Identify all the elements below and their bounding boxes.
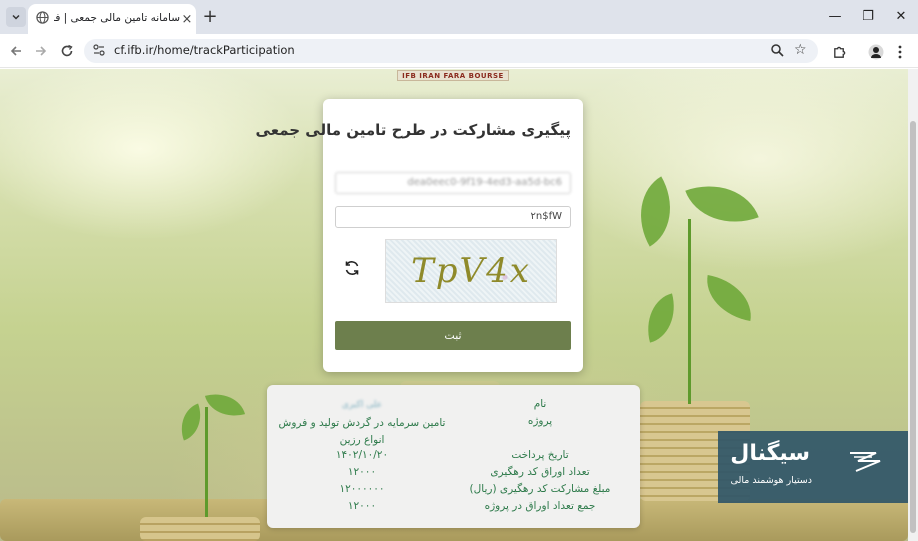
signal-logo-icon [850,452,881,472]
tracking-form-card: پیگیری مشارکت در طرح تامین مالی جمعی dea… [256,99,583,372]
minimize-button[interactable]: — [820,5,850,27]
form-title: پیگیری مشارکت در طرح تامین مالی جمعی [255,121,571,139]
close-window-button[interactable]: ✕ [886,5,916,27]
globe-icon [36,11,49,24]
avatar-icon [868,44,884,60]
label-papers-count: تعداد اوراق کد رهگیری [490,466,590,478]
captcha-image-text: TpV4x [411,251,531,291]
page-scrollbar[interactable] [908,69,918,541]
tab-close-button[interactable]: × [180,12,194,27]
address-bar[interactable]: cf.ifb.ir/home/trackParticipation ☆ [84,39,818,63]
submit-button[interactable]: ثبت [335,321,571,350]
promo-title: سیگنال [730,441,810,466]
back-button[interactable] [5,40,27,62]
captcha-refresh-button[interactable] [341,257,363,279]
url-text: cf.ifb.ir/home/trackParticipation [114,43,295,57]
scrollbar-thumb[interactable] [910,121,916,533]
new-tab-button[interactable]: + [200,6,220,27]
value-payment-date: ۱۴۰۲/۱۰/۲۰ [335,449,389,461]
browser-tab-bar: سامانه تامین مالی جمعی | فرابورس × + — ❐… [0,0,918,34]
tab-search-button[interactable] [6,7,26,27]
label-amount: مبلغ مشارکت کد رهگیری (ریال) [469,483,611,495]
participation-result-panel: نام پروژه تاریخ پرداخت تعداد اوراق کد ره… [267,385,640,528]
arrow-left-icon [10,46,21,56]
label-payment-date: تاریخ پرداخت [511,449,569,461]
reload-button[interactable] [56,40,78,62]
browser-tab-active[interactable]: سامانه تامین مالی جمعی | فرابورس × [28,4,196,34]
browser-toolbar: cf.ifb.ir/home/trackParticipation ☆ [0,34,918,68]
arrow-right-icon [36,46,47,56]
reload-icon [61,44,73,57]
label-project: پروژه [527,415,553,427]
extensions-button[interactable] [828,41,850,63]
value-name: علی اکبری [341,400,383,410]
value-amount: ۱۲۰۰۰۰۰۰ [339,483,385,495]
chevron-down-icon [12,14,20,20]
puzzle-icon [833,46,845,58]
label-name: نام [533,398,547,410]
site-info-icon[interactable] [92,43,106,57]
tracking-code-input[interactable]: dea0eec0-9f19-4ed3-aa5d-bc6 [335,172,571,194]
refresh-icon [345,261,359,275]
promo-subtitle: دستیار هوشمند مالی [730,475,812,486]
zoom-icon[interactable] [770,43,784,57]
label-total-papers: جمع تعداد اوراق در پروژه [484,500,596,512]
signal-promo-banner[interactable]: سیگنال دستیار هوشمند مالی [718,431,908,503]
captcha-image: TpV4x [385,239,557,303]
page-viewport: IFB IRAN FARA BOURSE پیگیری مشارکت در طر… [0,69,908,541]
restore-button[interactable]: ❐ [853,5,883,27]
captcha-input[interactable]: ۲n$fW [335,206,571,228]
value-project: تامین سرمایه در گردش تولید و فروش انواع … [278,417,446,446]
value-papers-count: ۱۲۰۰۰ [347,466,377,478]
ifb-brand-logo: IFB IRAN FARA BOURSE [397,70,509,81]
browser-menu-button[interactable] [889,41,911,63]
bookmark-star-icon[interactable]: ☆ [794,42,807,58]
tab-title: سامانه تامین مالی جمعی | فرابورس [54,12,180,24]
profile-avatar[interactable] [865,41,887,63]
forward-button[interactable] [30,40,52,62]
value-total-papers: ۱۲۰۰۰ [347,500,377,512]
more-vertical-icon [898,45,902,59]
